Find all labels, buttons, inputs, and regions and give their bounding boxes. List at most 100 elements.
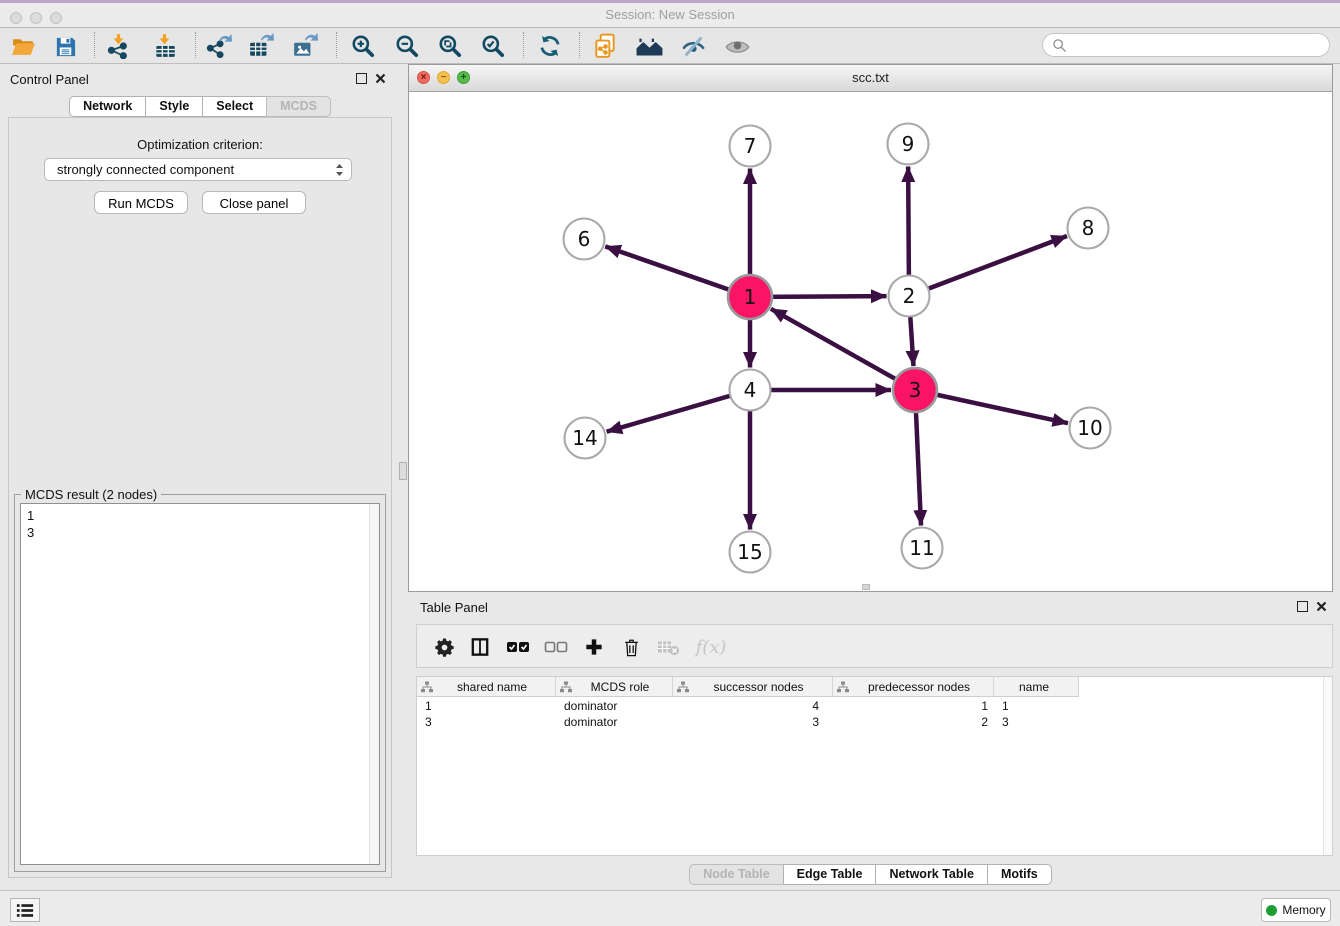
mcds-result-group: MCDS result (2 nodes) 13 [14,494,386,872]
edge-3-10[interactable] [915,390,1068,423]
table-cell[interactable]: 1 [417,698,556,714]
tab-select[interactable]: Select [202,96,267,117]
table-cell[interactable]: dominator [556,698,673,714]
delete-table-button[interactable] [653,633,683,661]
show-columns-button[interactable] [465,633,495,661]
main-titlebar[interactable]: Session: New Session [0,3,1340,28]
import-network-button[interactable] [104,31,134,61]
zoom-in-button[interactable] [348,31,378,61]
graph-node-10[interactable]: 10 [1070,408,1111,449]
tab-mcds[interactable]: MCDS [266,96,331,117]
list-icon [16,903,34,918]
column-header-predecessor-nodes[interactable]: predecessor nodes [833,677,994,697]
column-header-shared-name[interactable]: shared name [417,677,556,697]
table-cell[interactable]: 2 [833,714,994,730]
column-header-successor-nodes[interactable]: successor nodes [673,677,833,697]
panel-splitter-grip[interactable] [399,462,407,480]
graph-node-2[interactable]: 2 [889,276,930,317]
node-label: 9 [902,132,915,156]
tab-edge-table[interactable]: Edge Table [783,864,877,885]
run-mcds-button[interactable]: Run MCDS [94,191,188,214]
memory-button[interactable]: Memory [1261,898,1331,922]
table-row[interactable]: 3dominator323 [417,714,1079,730]
graph-node-6[interactable]: 6 [564,219,605,260]
zoom-selected-button[interactable] [478,31,508,61]
graph-node-15[interactable]: 15 [730,532,771,573]
graph-node-14[interactable]: 14 [565,418,606,459]
tab-motifs[interactable]: Motifs [987,864,1052,885]
optimization-criterion-select[interactable]: strongly connected component [44,158,352,181]
task-history-button[interactable] [10,898,40,922]
tab-node-table[interactable]: Node Table [689,864,783,885]
table-cell[interactable]: 1 [994,698,1079,714]
function-builder-button[interactable]: f(x) [689,633,733,661]
deselect-all-rows-button[interactable] [541,633,571,661]
close-panel-button[interactable]: Close panel [202,191,306,214]
export-network-button[interactable] [204,31,234,61]
result-item[interactable]: 3 [21,524,379,541]
graph-node-7[interactable]: 7 [730,126,771,167]
open-session-button[interactable] [8,31,38,61]
hide-graphics-button[interactable] [678,31,708,61]
select-all-rows-button[interactable] [503,633,533,661]
table-settings-button[interactable] [429,633,459,661]
delete-column-button[interactable] [616,633,646,661]
table-scrollbar[interactable] [1323,677,1332,855]
selected-option: strongly connected component [57,162,234,177]
open-folder-icon [11,34,36,59]
zoom-in-icon [350,33,376,59]
table-cell[interactable]: dominator [556,714,673,730]
add-column-button[interactable] [579,633,609,661]
network-window-resize-grip[interactable] [862,584,870,590]
mcds-result-list[interactable]: 13 [20,503,380,865]
graph-node-1[interactable]: 1 [728,275,772,319]
edge-2-8[interactable] [909,236,1067,296]
result-scrollbar[interactable] [369,504,379,864]
delete-table-icon [657,639,680,656]
result-item[interactable]: 1 [21,504,379,524]
export-table-button[interactable] [246,31,276,61]
node-table[interactable]: shared nameMCDS rolesuccessor nodesprede… [416,676,1333,856]
graph-node-11[interactable]: 11 [902,528,943,569]
table-cell[interactable]: 3 [673,714,833,730]
table-cell[interactable]: 4 [673,698,833,714]
tab-network-table[interactable]: Network Table [875,864,988,885]
save-session-button[interactable] [50,31,80,61]
copy-network-button[interactable] [590,31,620,61]
column-header-name[interactable]: name [994,677,1079,697]
float-panel-icon[interactable] [356,73,367,84]
close-panel-icon[interactable] [375,73,386,84]
import-table-button[interactable] [150,31,180,61]
table-cell[interactable]: 3 [994,714,1079,730]
home-button[interactable] [634,31,664,61]
gear-icon [435,638,454,657]
refresh-view-button[interactable] [535,31,565,61]
table-cell[interactable]: 1 [833,698,994,714]
column-header-MCDS-role[interactable]: MCDS role [556,677,673,697]
network-window-titlebar[interactable]: × − + scc.txt [409,65,1332,92]
network-graph-canvas[interactable]: 7 9 6 8 1 2 4 3 14 10 15 11 [409,91,1332,591]
search-field[interactable] [1042,33,1330,57]
close-table-panel-icon[interactable] [1316,601,1327,612]
export-image-button[interactable] [290,31,320,61]
graph-node-4[interactable]: 4 [730,370,771,411]
search-icon [1052,38,1067,53]
show-graphics-button[interactable] [722,31,752,61]
zoom-out-button[interactable] [392,31,422,61]
graph-node-9[interactable]: 9 [888,124,929,165]
table-cell[interactable]: 3 [417,714,556,730]
edge-3-1[interactable] [771,309,915,390]
edge-4-14[interactable] [607,390,750,432]
tab-style[interactable]: Style [145,96,203,117]
zoom-fit-icon [437,33,463,59]
float-table-panel-icon[interactable] [1297,601,1308,612]
search-input[interactable] [1073,37,1329,54]
tab-network[interactable]: Network [69,96,146,117]
table-row[interactable]: 1dominator411 [417,698,1079,714]
control-panel-controls [356,73,386,84]
zoom-fit-button[interactable] [435,31,465,61]
column-type-icon [560,681,572,693]
graph-node-8[interactable]: 8 [1068,208,1109,249]
graph-node-3[interactable]: 3 [893,368,937,412]
trash-icon [623,638,640,657]
